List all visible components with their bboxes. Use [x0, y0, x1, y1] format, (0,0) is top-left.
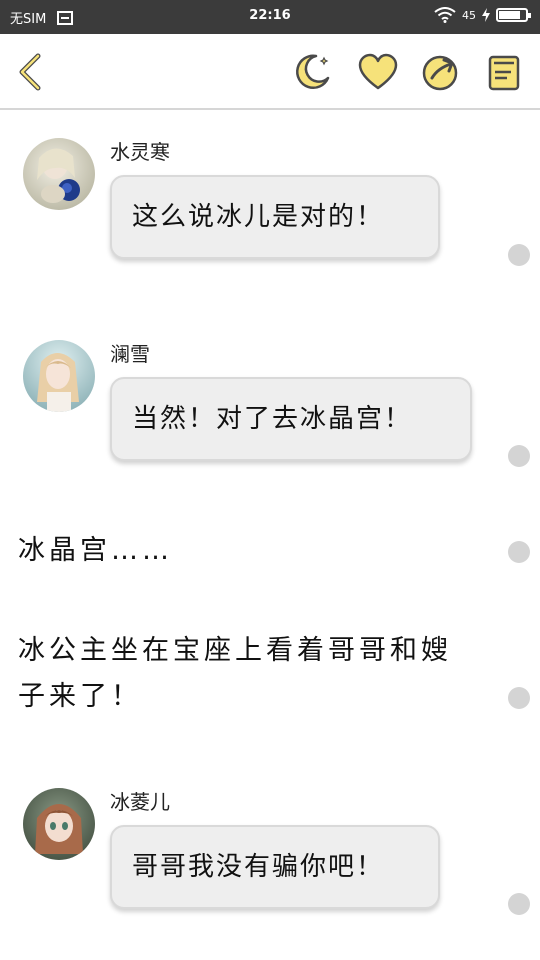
comment-dot[interactable]: [508, 541, 530, 563]
wifi-icon: [434, 7, 456, 23]
doll-avatar-image: [23, 340, 95, 412]
heart-icon[interactable]: [356, 50, 400, 94]
doll-avatar-image: [23, 788, 95, 860]
avatar[interactable]: [23, 340, 95, 412]
doll-avatar-image: [23, 138, 95, 210]
speaker-name: 水灵寒: [110, 140, 170, 164]
chat-bubble[interactable]: 哥哥我没有骗你吧！: [110, 825, 440, 909]
status-bar: 无SIM 22:16 45: [0, 0, 540, 34]
comment-dot[interactable]: [508, 893, 530, 915]
book-icon[interactable]: [482, 50, 526, 94]
battery-fill: [499, 11, 520, 19]
avatar[interactable]: [23, 138, 95, 210]
charging-icon: [482, 8, 490, 22]
narration-line[interactable]: 冰晶宫……: [18, 528, 173, 574]
comment-dot[interactable]: [508, 687, 530, 709]
speaker-name: 冰菱儿: [110, 790, 170, 814]
narration-line[interactable]: 冰公主坐在宝座上看着哥哥和嫂: [18, 628, 452, 674]
speaker-name: 澜雪: [110, 342, 150, 366]
chat-bubble[interactable]: 这么说冰儿是对的！: [110, 175, 440, 259]
avatar[interactable]: [23, 788, 95, 860]
chat-bubble[interactable]: 当然！对了去冰晶宫！: [110, 377, 472, 461]
battery-icon: [496, 8, 531, 22]
battery-percent: 45: [462, 8, 476, 22]
comment-dot[interactable]: [508, 445, 530, 467]
moon-icon[interactable]: [290, 50, 334, 94]
status-right: 45: [434, 7, 531, 23]
chevron-left-icon[interactable]: [10, 50, 54, 94]
share-icon[interactable]: [418, 50, 462, 94]
reader-toolbar: [0, 34, 540, 110]
narration-line[interactable]: 子来了！: [18, 674, 142, 720]
comment-dot[interactable]: [508, 244, 530, 266]
